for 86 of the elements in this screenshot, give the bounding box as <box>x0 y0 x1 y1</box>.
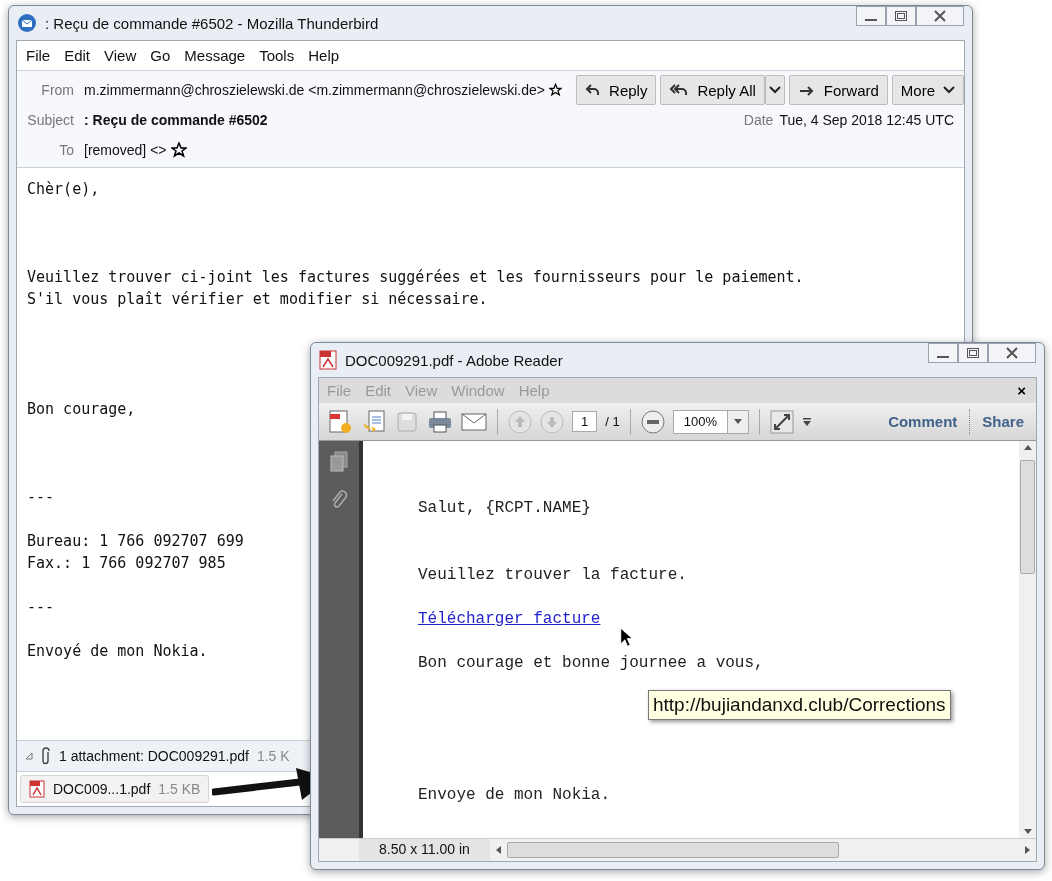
caret-icon <box>733 419 742 424</box>
close-icon <box>933 10 947 22</box>
collapse-triangle-icon[interactable] <box>25 752 33 760</box>
message-text: Veuillez trouver ci-joint les factures suggérées et les fournisseurs pour le paiement. <box>27 267 804 288</box>
envelope-icon[interactable] <box>461 411 487 432</box>
comment-button[interactable]: Comment <box>884 411 962 432</box>
message-text: Bureau: 1 766 092707 699 <box>27 531 244 552</box>
expand-arrows-icon[interactable] <box>769 409 794 434</box>
message-text: --- <box>27 597 55 618</box>
close-button[interactable] <box>988 343 1036 363</box>
close-icon <box>1005 347 1019 359</box>
toolbar-button[interactable]: Forward <box>788 75 888 105</box>
menu-item[interactable]: File <box>26 47 51 64</box>
minimize-icon <box>937 356 949 358</box>
menu-item[interactable]: View <box>104 47 137 64</box>
message-text: Chèr(e), <box>27 179 100 200</box>
document-text: Veuillez trouver la facture. <box>418 565 687 586</box>
attachment-size: 1.5 K <box>256 748 290 764</box>
minimize-button[interactable] <box>856 6 886 26</box>
maximize-icon <box>966 348 980 358</box>
recipient-address[interactable]: [removed] <> <box>84 142 167 158</box>
document-text: Envoye de mon Nokia. <box>418 785 611 806</box>
document-text: Salut, {RCPT.NAME} <box>418 498 591 519</box>
link-tooltip: http://bujiandanxd.club/Corrections <box>648 690 951 720</box>
field-label: Subject <box>26 112 75 128</box>
page-total: / 1 <box>605 414 620 429</box>
attachment-chip[interactable]: DOC009...1.pdf 1.5 KB <box>20 775 210 803</box>
window-title: : Reçu de commande #6502 - Mozilla Thunderbird <box>45 14 380 32</box>
page-size-text: 8.50 x 11.00 in <box>359 839 490 861</box>
star-icon[interactable] <box>549 82 563 98</box>
pages-icon[interactable] <box>329 451 349 473</box>
minimize-icon <box>865 19 877 21</box>
toolbar-button[interactable]: More <box>891 75 964 105</box>
dropdown-button[interactable] <box>764 75 785 105</box>
scroll-right-icon[interactable] <box>1025 846 1030 854</box>
close-button[interactable]: × <box>1015 382 1028 399</box>
menu-item[interactable]: Message <box>184 47 246 64</box>
dropdown-triangle-icon[interactable] <box>801 417 812 426</box>
maximize-button[interactable] <box>958 343 988 363</box>
field-label: From <box>40 82 75 98</box>
zoom-out-icon[interactable] <box>640 409 665 434</box>
message-text: Envoyé de mon Nokia. <box>27 641 208 662</box>
window-title: DOC009291.pdf - Adobe Reader <box>345 351 564 369</box>
menu-item[interactable]: Tools <box>259 47 295 64</box>
toolbar-button[interactable]: Reply <box>576 75 657 105</box>
caret-icon <box>943 86 955 94</box>
field-label: Date <box>743 112 775 128</box>
scroll-left-icon[interactable] <box>495 846 501 854</box>
vertical-scrollbar[interactable] <box>1019 441 1036 838</box>
document-arrow-icon[interactable] <box>361 408 387 435</box>
share-button[interactable]: Share <box>978 411 1028 432</box>
toolbar-button[interactable]: Reply All <box>660 75 765 105</box>
page-number-field[interactable]: 1 <box>572 411 598 432</box>
mouse-cursor-icon <box>620 627 635 648</box>
maximize-button[interactable] <box>886 6 916 26</box>
zoom-dropdown[interactable]: 100% <box>672 409 749 434</box>
paperclip-icon[interactable] <box>329 489 349 511</box>
maximize-icon <box>894 11 908 21</box>
menu-item[interactable]: Edit <box>64 47 91 64</box>
printer-icon[interactable] <box>427 409 453 434</box>
message-text: Bon courage, <box>27 399 136 420</box>
scroll-up-icon[interactable] <box>1023 445 1032 450</box>
attachment-summary[interactable]: 1 attachment: DOC009291.pdf <box>59 748 249 764</box>
paperclip-icon <box>41 747 51 765</box>
document-text: Bon courage et bonne journee a vous, <box>418 653 764 674</box>
menu-item[interactable]: Go <box>150 47 171 64</box>
forward-arrow-icon <box>797 83 816 97</box>
field-label: To <box>58 142 75 158</box>
subject-text: : Reçu de commande #6502 <box>84 112 268 128</box>
star-icon[interactable] <box>170 142 187 158</box>
menu-item[interactable]: Help <box>308 47 340 64</box>
pdf-file-icon <box>319 350 337 370</box>
message-text: S'il vous plaît vérifier et modifier si nécessaire. <box>27 289 488 310</box>
reply-arrow-icon <box>585 83 602 97</box>
reply-all-arrow-icon <box>669 83 690 97</box>
download-link[interactable]: Télécharger facture <box>418 610 601 628</box>
date-text: Tue, 4 Sep 2018 12:45 UTC <box>779 112 954 128</box>
create-document-icon[interactable] <box>327 408 353 435</box>
sender-address[interactable]: m.zimmermann@chroszielewski.de <m.zimmermann@chroszielewski.de> <box>84 82 545 98</box>
caret-icon <box>768 86 781 94</box>
pdf-file-icon <box>29 780 45 798</box>
message-text: Fax.: 1 766 092707 985 <box>27 553 226 574</box>
close-button[interactable] <box>916 6 964 26</box>
message-text: --- <box>27 487 55 508</box>
scroll-down-icon[interactable] <box>1023 829 1032 834</box>
minimize-button[interactable] <box>928 343 958 363</box>
